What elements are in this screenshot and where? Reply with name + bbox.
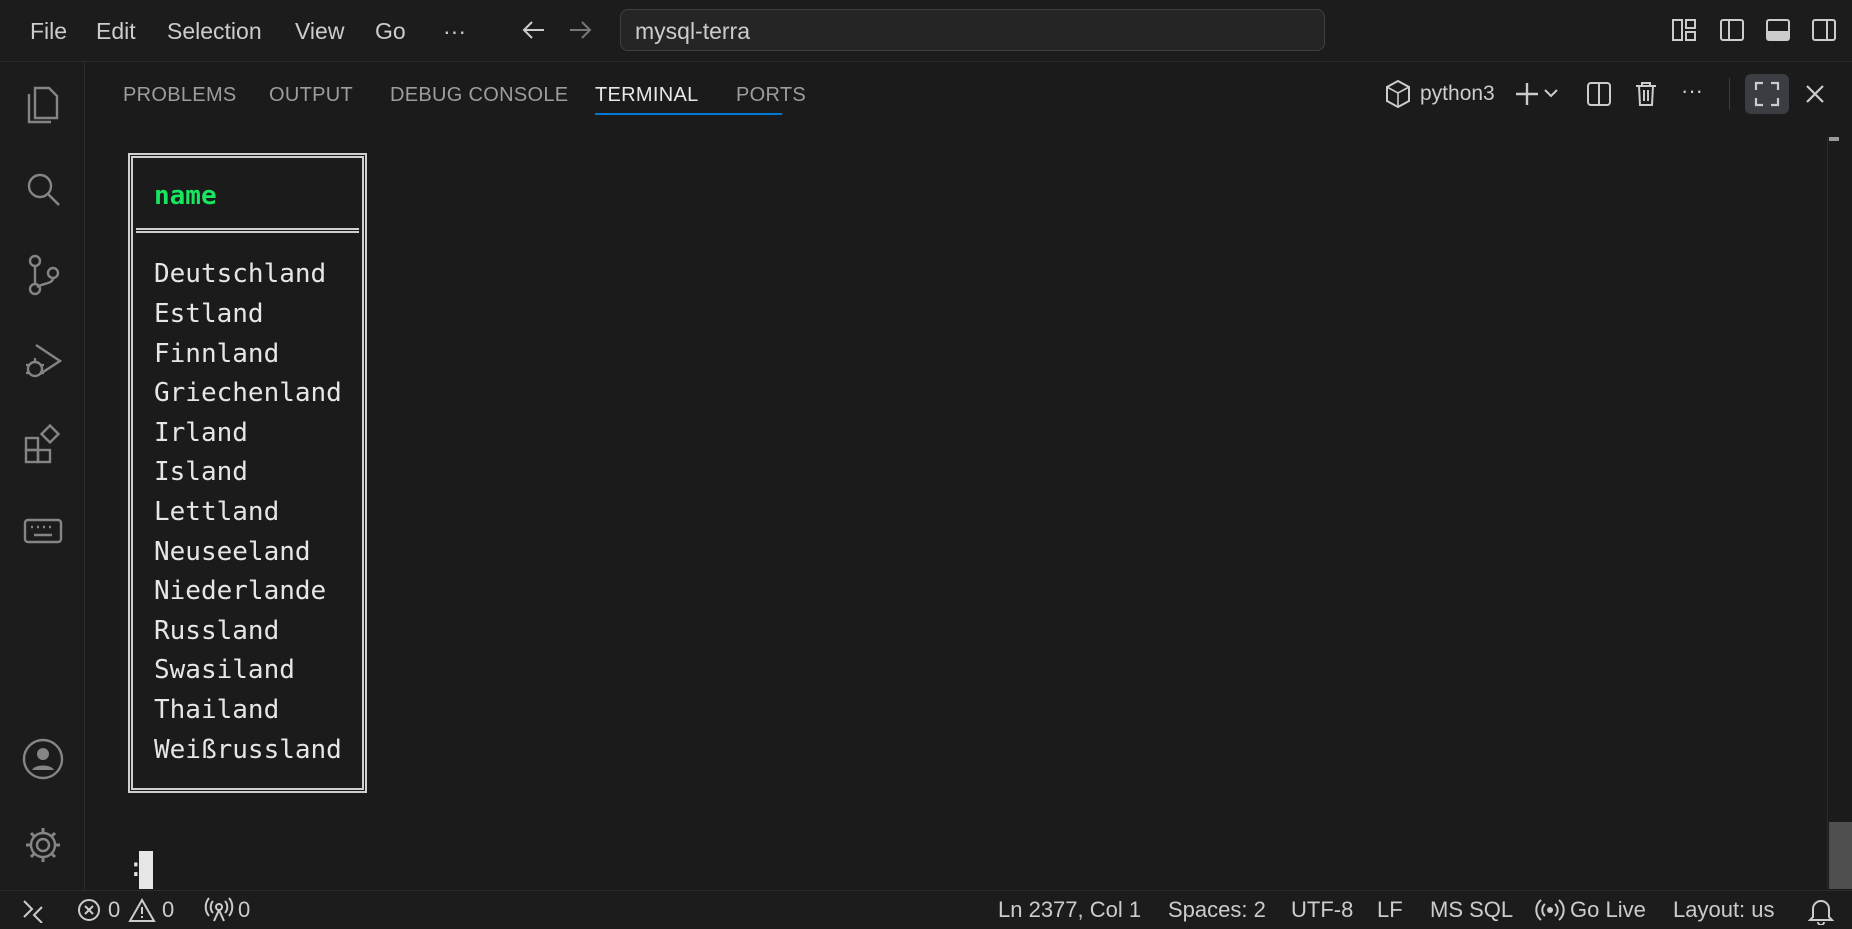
toggle-primary-sidebar-icon[interactable] [1718,16,1746,44]
terminal-scrollbar[interactable] [1827,137,1852,889]
table-row: Griechenland [154,378,342,408]
tab-output[interactable]: OUTPUT [269,84,353,107]
tab-terminal[interactable]: TERMINAL [595,84,699,107]
indentation[interactable]: Spaces: 2 [1168,897,1266,923]
end-of-line[interactable]: LF [1377,897,1403,923]
go-live-button[interactable]: Go Live [1570,897,1646,923]
settings-gear-icon[interactable] [20,822,66,868]
table-row: Thailand [154,695,280,725]
maximize-panel-icon[interactable] [1745,74,1789,114]
arrow-right-icon[interactable] [566,16,594,44]
search-icon[interactable] [20,166,66,212]
more-actions-button[interactable]: ··· [1681,78,1703,104]
warning-icon[interactable] [128,897,156,923]
customize-layout-icon[interactable] [1670,16,1698,44]
language-mode[interactable]: MS SQL [1430,897,1513,923]
toolbar-separator [1729,78,1730,110]
table-row: Irland [154,418,248,448]
table-row: Niederlande [154,576,327,606]
ports-count[interactable]: 0 [238,897,250,923]
terminal-profile-icon [1383,78,1413,110]
explorer-icon[interactable] [20,82,66,128]
menu-more[interactable]: ··· [443,16,466,46]
warning-count[interactable]: 0 [162,897,174,923]
command-center-search[interactable]: mysql-terra [620,9,1325,51]
tab-ports[interactable]: PORTS [736,84,806,107]
split-terminal-icon[interactable] [1585,80,1613,108]
extensions-icon[interactable] [20,422,66,468]
close-icon[interactable] [1801,80,1829,108]
table-row: Estland [154,299,264,329]
table-row: Lettland [154,497,280,527]
title-bar: File Edit Selection View Go ··· mysql-te… [0,0,1852,62]
menu-edit[interactable]: Edit [96,16,136,46]
table-row: Weißrussland [154,735,342,765]
menu-go[interactable]: Go [375,16,406,46]
scrollbar-marker [1829,137,1839,141]
table-row: Neuseeland [154,537,311,567]
activity-bar [0,62,85,890]
error-icon[interactable] [76,897,102,923]
terminal-cursor [139,851,153,889]
bell-icon[interactable] [1808,897,1834,925]
menu-view[interactable]: View [295,16,344,46]
status-bar: 0 0 0 Ln 2377, Col 1 Spaces: 2 UTF-8 LF … [0,890,1852,929]
command-center-label: mysql-terra [635,18,751,44]
keyboard-layout[interactable]: Layout: us [1673,897,1775,923]
table-row: Russland [154,616,280,646]
tab-debug-console[interactable]: DEBUG CONSOLE [390,84,568,107]
encoding[interactable]: UTF-8 [1291,897,1353,923]
source-control-icon[interactable] [20,252,66,298]
table-row: Deutschland [154,259,327,289]
account-icon[interactable] [20,736,66,782]
error-count[interactable]: 0 [108,897,120,923]
toggle-secondary-sidebar-icon[interactable] [1810,16,1838,44]
tab-problems[interactable]: PROBLEMS [123,84,237,107]
menu-file[interactable]: File [30,16,67,46]
toggle-panel-icon[interactable] [1764,16,1792,44]
broadcast-icon[interactable] [1535,897,1565,923]
keyboard-icon[interactable] [20,508,66,554]
column-header-name: name [154,181,217,211]
arrow-left-icon[interactable] [520,16,548,44]
active-tab-indicator [595,113,782,115]
cursor-position[interactable]: Ln 2377, Col 1 [998,897,1141,923]
menu-selection[interactable]: Selection [167,16,262,46]
scrollbar-thumb[interactable] [1829,822,1852,889]
run-debug-icon[interactable] [20,338,66,384]
table-row: Island [154,457,248,487]
terminal-profile-label[interactable]: python3 [1420,82,1495,106]
remote-icon[interactable] [20,897,46,923]
trash-icon[interactable] [1632,80,1660,108]
chevron-down-icon[interactable] [1542,84,1560,102]
ports-broadcast-icon[interactable] [204,897,234,923]
table-row: Finnland [154,339,280,369]
new-terminal-plus-icon[interactable] [1513,80,1541,108]
table-row: Swasiland [154,655,295,685]
